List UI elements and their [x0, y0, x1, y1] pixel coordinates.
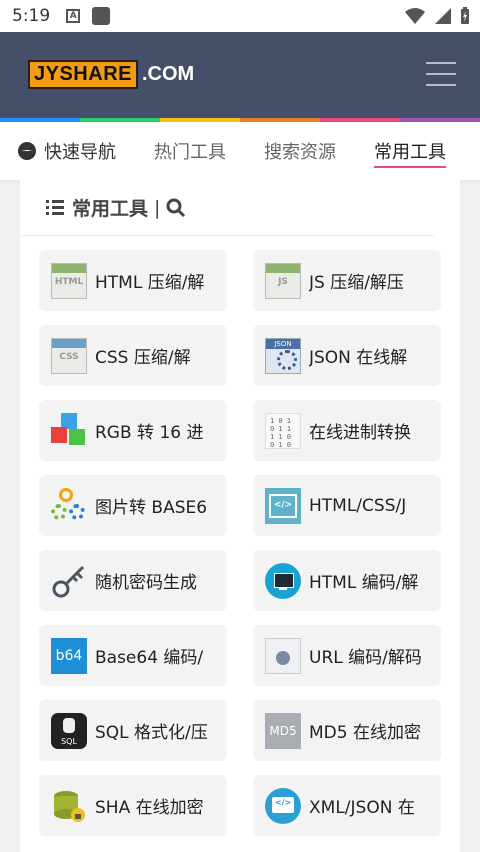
menu-line — [426, 84, 456, 86]
tool-card-sql-format[interactable]: SQL SQL 格式化/压 — [39, 700, 227, 761]
tool-label: JSON 在线解 — [309, 348, 408, 368]
md5-icon: MD5 — [265, 712, 301, 749]
tool-card-base64-encode[interactable]: b64 Base64 编码/ — [39, 625, 227, 686]
tab-label: 快速导航 — [44, 142, 116, 163]
code-window-icon: </> — [265, 487, 301, 524]
tool-label: MD5 在线加密 — [309, 723, 421, 743]
b64-icon: b64 — [51, 637, 87, 674]
gears-icon — [51, 487, 87, 524]
site-header: JYSHARE .COM — [0, 32, 480, 118]
logo-main: JYSHARE — [28, 60, 138, 89]
tool-label: JS 压缩/解压 — [309, 273, 404, 293]
tools-grid: HTML HTML 压缩/解 JS JS 压缩/解压 CSS CSS 压缩/解 … — [20, 236, 460, 836]
hamburger-menu-button[interactable] — [426, 62, 456, 86]
json-gear-icon — [265, 337, 301, 374]
tool-card-html-encode[interactable]: HTML 编码/解 — [253, 550, 441, 611]
menu-line — [426, 62, 456, 64]
tab-hot-tools[interactable]: 热门工具 — [154, 122, 226, 180]
status-bar: 5:19 A — [0, 0, 480, 32]
tool-label: SQL 格式化/压 — [95, 723, 208, 743]
tools-panel: 常用工具 | HTML HTML 压缩/解 JS JS 压缩/解压 CSS CS… — [20, 180, 460, 852]
tool-card-js-compress[interactable]: JS JS 压缩/解压 — [253, 250, 441, 311]
xml-monitor-icon: </> — [265, 787, 301, 824]
js-file-icon: JS — [265, 262, 301, 299]
tool-card-json-parse[interactable]: JSON 在线解 — [253, 325, 441, 386]
tool-card-sha[interactable]: SHA 在线加密 — [39, 775, 227, 836]
tool-label: CSS 压缩/解 — [95, 348, 191, 368]
signal-icon — [435, 8, 451, 24]
tool-card-xml-json[interactable]: </> XML/JSON 在 — [253, 775, 441, 836]
html-file-icon: HTML — [51, 262, 87, 299]
tool-card-html-css-js[interactable]: </> HTML/CSS/J — [253, 475, 441, 536]
nav-tabs: 快速导航 热门工具 搜索资源 常用工具 — [0, 122, 480, 180]
css-file-icon: CSS — [51, 337, 87, 374]
tool-card-rgb-hex[interactable]: RGB 转 16 进 — [39, 400, 227, 461]
tool-card-css-compress[interactable]: CSS CSS 压缩/解 — [39, 325, 227, 386]
tool-label: 随机密码生成 — [95, 573, 197, 593]
wifi-icon — [405, 8, 425, 24]
tool-label: URL 编码/解码 — [309, 648, 422, 668]
tool-card-md5[interactable]: MD5 MD5 在线加密 — [253, 700, 441, 761]
binary-sheet-icon: 1 0 1 0 1 1 1 1 0 0 1 0 — [265, 412, 301, 449]
site-logo[interactable]: JYSHARE .COM — [28, 60, 194, 89]
menu-line — [426, 73, 456, 75]
notification-a-icon: A — [66, 9, 81, 23]
list-icon — [46, 200, 64, 215]
battery-icon — [461, 7, 469, 24]
status-right — [404, 7, 470, 25]
tool-label: 在线进制转换 — [309, 423, 411, 443]
tab-common-tools[interactable]: 常用工具 — [374, 122, 446, 180]
tool-card-url-encode[interactable]: URL 编码/解码 — [253, 625, 441, 686]
status-time: 5:19 — [12, 6, 51, 26]
compass-icon — [18, 142, 36, 160]
title-separator: | — [154, 196, 161, 219]
tool-label: HTML 编码/解 — [309, 573, 419, 593]
database-lock-icon — [51, 788, 87, 824]
tool-label: SHA 在线加密 — [95, 798, 204, 818]
tool-card-image-base64[interactable]: 图片转 BASE6 — [39, 475, 227, 536]
tab-quick-nav[interactable]: 快速导航 — [18, 122, 116, 180]
logo-suffix: .COM — [141, 63, 195, 85]
tool-label: RGB 转 16 进 — [95, 423, 204, 443]
panel-title: 常用工具 — [72, 198, 149, 220]
tool-label: XML/JSON 在 — [309, 798, 415, 818]
tool-label: Base64 编码/ — [95, 648, 204, 668]
tool-card-html-compress[interactable]: HTML HTML 压缩/解 — [39, 250, 227, 311]
notification-square-icon — [92, 7, 111, 25]
panel-header: 常用工具 | — [20, 180, 434, 236]
tool-label: 图片转 BASE6 — [95, 498, 208, 518]
key-icon — [51, 563, 87, 599]
tool-label: HTML 压缩/解 — [95, 273, 205, 293]
sql-icon: SQL — [51, 712, 87, 749]
tool-card-base-convert[interactable]: 1 0 1 0 1 1 1 1 0 0 1 0 在线进制转换 — [253, 400, 441, 461]
search-icon[interactable] — [166, 198, 186, 218]
tool-label: HTML/CSS/J — [309, 495, 407, 516]
rgb-cubes-icon — [51, 412, 87, 449]
tab-search-resources[interactable]: 搜索资源 — [264, 122, 336, 180]
url-doc-icon — [265, 637, 301, 674]
monitor-circle-icon — [265, 562, 301, 599]
tool-card-password-gen[interactable]: 随机密码生成 — [39, 550, 227, 611]
